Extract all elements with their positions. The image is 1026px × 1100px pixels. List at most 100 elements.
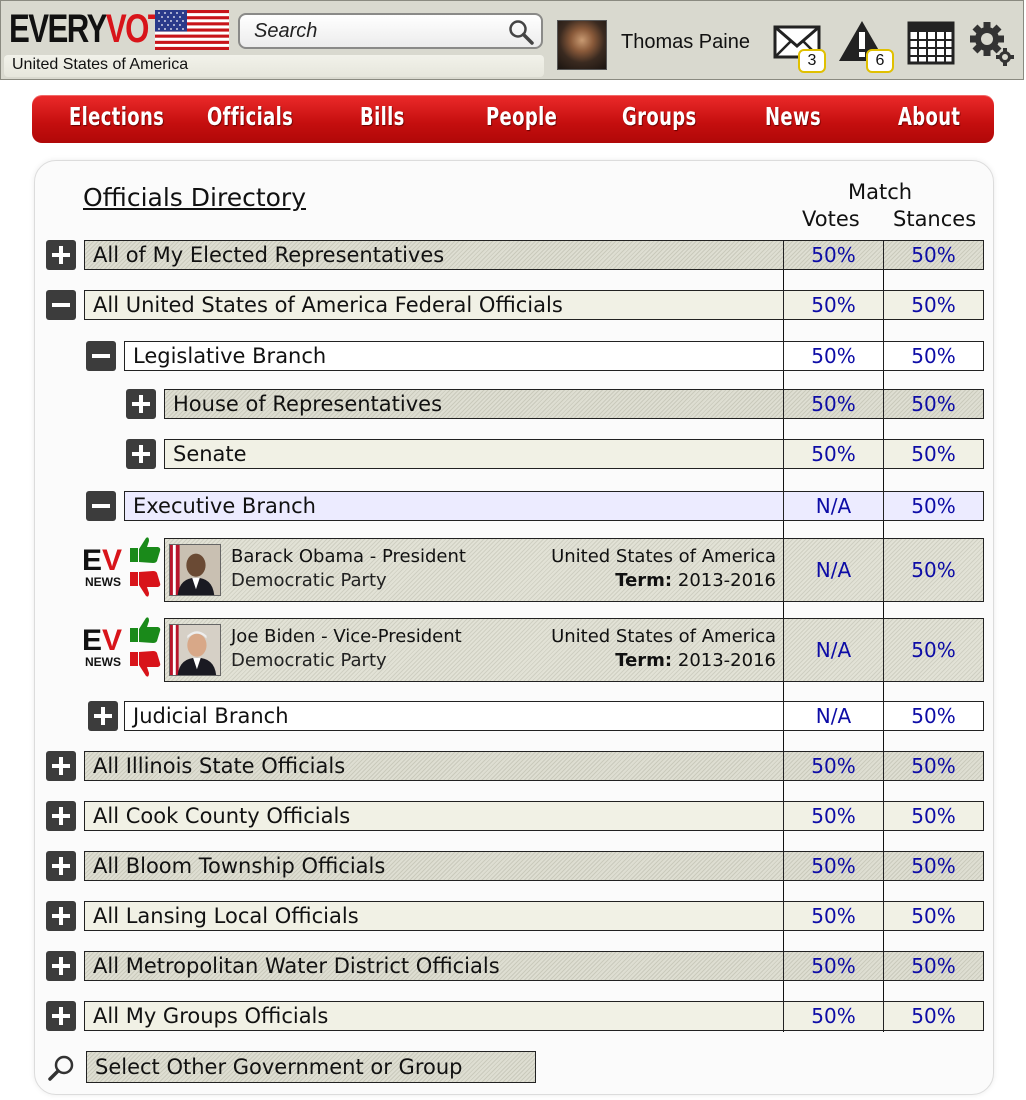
- ev-news-text: NEWS: [85, 575, 121, 589]
- country-label: United States of America: [12, 56, 189, 73]
- ev-logo-e: E: [82, 544, 102, 577]
- votes-match-value: 50%: [784, 1001, 883, 1031]
- row-my-elected-representatives[interactable]: All of My Elected Representatives: [84, 240, 784, 270]
- calendar-icon[interactable]: [907, 19, 957, 71]
- votes-match-value: 50%: [784, 851, 883, 881]
- row-legislative-branch[interactable]: Legislative Branch: [124, 341, 784, 371]
- ev-news-vote-widget[interactable]: E V NEWS: [82, 616, 162, 680]
- search-icon[interactable]: [507, 18, 535, 46]
- official-name[interactable]: Joe Biden - Vice-President: [231, 626, 462, 647]
- votes-match-value: 50%: [784, 751, 883, 781]
- stances-match-value: 50%: [883, 751, 984, 781]
- row-senate[interactable]: Senate: [164, 439, 784, 469]
- expand-button[interactable]: [46, 751, 76, 781]
- nav-groups[interactable]: Groups: [622, 102, 697, 131]
- votes-match-value: N/A: [784, 491, 883, 521]
- collapse-button[interactable]: [46, 290, 76, 320]
- row-cook-county-officials[interactable]: All Cook County Officials: [84, 801, 784, 831]
- page-title: Officials Directory: [83, 183, 306, 212]
- official-party: Democratic Party: [231, 650, 387, 671]
- stances-match-value: 50%: [883, 618, 984, 682]
- row-metropolitan-water-district-officials[interactable]: All Metropolitan Water District Official…: [84, 951, 784, 981]
- row-federal-officials[interactable]: All United States of America Federal Off…: [84, 290, 784, 320]
- expand-button[interactable]: [46, 1001, 76, 1031]
- official-jurisdiction: United States of America: [551, 626, 776, 647]
- votes-match-value: 50%: [784, 901, 883, 931]
- collapse-button[interactable]: [86, 491, 116, 521]
- official-term: Term: 2013-2016: [615, 570, 776, 591]
- term-value: 2013-2016: [677, 570, 776, 591]
- stances-match-value: 50%: [883, 538, 984, 602]
- row-my-groups-officials[interactable]: All My Groups Officials: [84, 1001, 784, 1031]
- top-header: EVERYVOTE United States of America Searc…: [0, 0, 1024, 80]
- search-placeholder: Search: [254, 20, 318, 42]
- stances-match-value: 50%: [883, 290, 984, 320]
- search-input[interactable]: Search: [238, 13, 543, 49]
- select-other-government-button[interactable]: Select Other Government or Group: [86, 1051, 536, 1083]
- alert-count-badge: 6: [866, 49, 894, 73]
- settings-gear-icon[interactable]: [967, 19, 1017, 71]
- mail-count-badge: 3: [798, 49, 826, 73]
- nav-people[interactable]: People: [486, 102, 557, 131]
- expand-button[interactable]: [126, 389, 156, 419]
- official-jurisdiction: United States of America: [551, 546, 776, 567]
- stances-match-value: 50%: [883, 901, 984, 931]
- main-nav: Elections Officials Bills People Groups …: [32, 95, 994, 143]
- ev-news-icon[interactable]: E V NEWS: [82, 544, 122, 589]
- votes-match-value: 50%: [784, 951, 883, 981]
- expand-button[interactable]: [46, 801, 76, 831]
- ev-news-text: NEWS: [85, 655, 121, 669]
- row-bloom-township-officials[interactable]: All Bloom Township Officials: [84, 851, 784, 881]
- votes-match-value: 50%: [784, 240, 883, 270]
- official-term: Term: 2013-2016: [615, 650, 776, 671]
- row-illinois-state-officials[interactable]: All Illinois State Officials: [84, 751, 784, 781]
- nav-officials[interactable]: Officials: [207, 102, 293, 131]
- stances-column-header: Stances: [893, 207, 977, 231]
- thumbs-up-icon[interactable]: [130, 617, 161, 643]
- expand-button[interactable]: [88, 701, 118, 731]
- thumbs-down-icon[interactable]: [130, 651, 161, 677]
- user-avatar[interactable]: [557, 20, 607, 70]
- votes-match-value: 50%: [784, 341, 883, 371]
- nav-about[interactable]: About: [898, 102, 960, 131]
- stances-match-value: 50%: [883, 801, 984, 831]
- term-value: 2013-2016: [677, 650, 776, 671]
- ev-news-vote-widget[interactable]: E V NEWS: [82, 536, 162, 600]
- expand-button[interactable]: [46, 951, 76, 981]
- votes-match-value: 50%: [784, 439, 883, 469]
- votes-match-value: N/A: [784, 538, 883, 602]
- expand-button[interactable]: [46, 240, 76, 270]
- thumbs-up-icon[interactable]: [130, 537, 161, 563]
- official-name[interactable]: Barack Obama - President: [231, 546, 466, 567]
- row-executive-branch[interactable]: Executive Branch: [124, 491, 784, 521]
- stances-match-value: 50%: [883, 341, 984, 371]
- nav-news[interactable]: News: [765, 102, 821, 131]
- row-judicial-branch[interactable]: Judicial Branch: [124, 701, 784, 731]
- logo-every-text: EVERY: [9, 7, 107, 51]
- ev-logo-e: E: [82, 624, 102, 657]
- username[interactable]: Thomas Paine: [621, 31, 750, 54]
- row-lansing-local-officials[interactable]: All Lansing Local Officials: [84, 901, 784, 931]
- expand-button[interactable]: [126, 439, 156, 469]
- collapse-button[interactable]: [86, 341, 116, 371]
- expand-button[interactable]: [46, 901, 76, 931]
- ev-logo-v: V: [102, 624, 122, 657]
- official-photo: [169, 624, 221, 676]
- row-house-of-representatives[interactable]: House of Representatives: [164, 389, 784, 419]
- stances-match-value: 50%: [883, 1001, 984, 1031]
- magnifier-icon[interactable]: [48, 1054, 76, 1082]
- stances-match-value: 50%: [883, 951, 984, 981]
- votes-match-value: 50%: [784, 389, 883, 419]
- stances-match-value: 50%: [883, 389, 984, 419]
- country-selector[interactable]: United States of America: [4, 55, 544, 77]
- us-flag-icon: [155, 10, 229, 50]
- stances-match-value: 50%: [883, 851, 984, 881]
- thumbs-down-icon[interactable]: [130, 571, 161, 597]
- expand-button[interactable]: [46, 851, 76, 881]
- ev-news-icon[interactable]: E V NEWS: [82, 624, 122, 669]
- votes-match-value: 50%: [784, 290, 883, 320]
- nav-elections[interactable]: Elections: [69, 102, 164, 131]
- term-label: Term:: [615, 570, 673, 591]
- ev-logo-v: V: [102, 544, 122, 577]
- nav-bills[interactable]: Bills: [360, 102, 405, 131]
